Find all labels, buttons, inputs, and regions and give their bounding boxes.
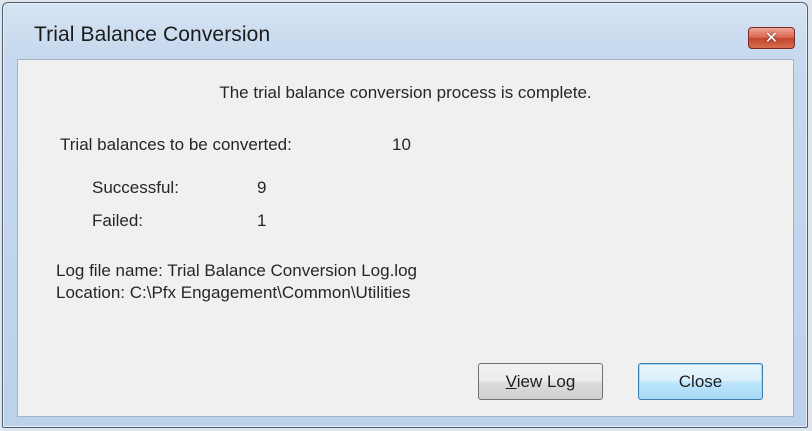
view-log-mnemonic: V [505, 372, 517, 391]
successful-label: Successful: [92, 178, 179, 197]
log-file-name: Log file name: Trial Balance Conversion … [56, 261, 417, 280]
view-log-button[interactable]: View Log [478, 363, 603, 400]
total-label: Trial balances to be converted: [60, 135, 292, 154]
view-log-label: iew Log [516, 372, 576, 391]
close-window-button[interactable]: ✕ [748, 27, 795, 49]
total-value: 10 [392, 135, 411, 154]
title-bar[interactable]: Trial Balance Conversion ✕ [3, 3, 807, 59]
successful-value: 9 [257, 178, 267, 197]
window-title: Trial Balance Conversion [34, 23, 271, 46]
failed-value: 1 [257, 211, 267, 230]
close-icon: ✕ [764, 30, 779, 47]
failed-label: Failed: [92, 211, 144, 230]
close-button[interactable]: Close [638, 363, 763, 400]
log-location: Location: C:\Pfx Engagement\Common\Utili… [56, 283, 411, 302]
completion-message: The trial balance conversion process is … [219, 83, 592, 102]
dialog-body: The trial balance conversion process is … [17, 59, 794, 417]
dialog-window: Trial Balance Conversion ✕ The trial bal… [2, 2, 808, 428]
